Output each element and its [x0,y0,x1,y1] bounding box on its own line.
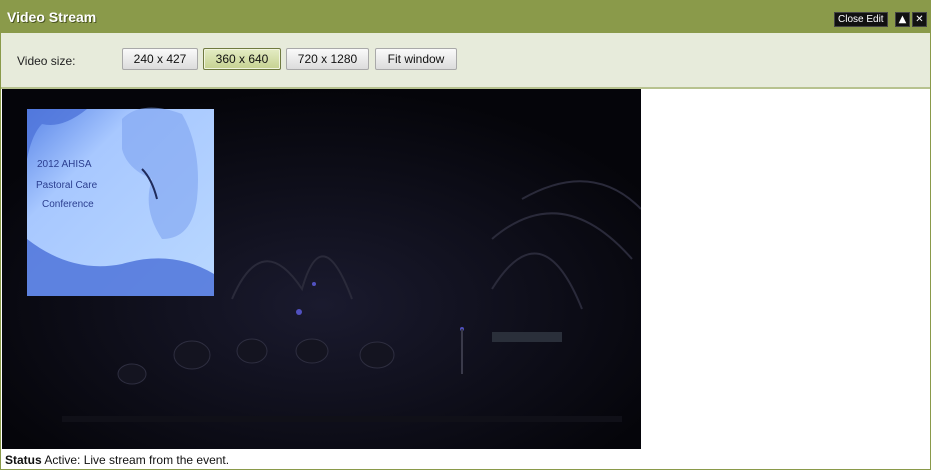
close-edit-button[interactable]: Close Edit [834,12,888,27]
collapse-icon[interactable]: ▲ [895,12,910,27]
slide-line-2: Pastoral Care [36,180,98,191]
fit-window-button[interactable]: Fit window [375,48,457,70]
size-360-button[interactable]: 360 x 640 [203,48,281,70]
status-label: Status [5,453,42,467]
size-240-button[interactable]: 240 x 427 [122,48,198,70]
projector-slide: 2012 AHISA Pastoral Care Conference [27,107,214,296]
video-player[interactable]: 2012 AHISA Pastoral Care Conference [2,89,641,449]
podium-light [492,332,562,342]
video-size-label: Video size: [17,54,76,68]
title-bar: Video Stream Close Edit ▲ ✕ [1,1,930,33]
window-title: Video Stream [7,9,97,25]
video-frame: 2012 AHISA Pastoral Care Conference [2,89,641,449]
close-icon[interactable]: ✕ [912,12,927,27]
status-text: Active: Live stream from the event. [44,453,230,467]
size-720-button[interactable]: 720 x 1280 [286,48,369,70]
video-stream-panel: Video Stream Close Edit ▲ ✕ Video size: … [0,0,931,470]
status-line: Status Active: Live stream from the even… [5,453,229,467]
slide-line-1: 2012 AHISA [37,159,92,170]
slide-line-3: Conference [42,199,94,210]
video-size-toolbar: Video size: 240 x 427 360 x 640 720 x 12… [1,33,930,89]
